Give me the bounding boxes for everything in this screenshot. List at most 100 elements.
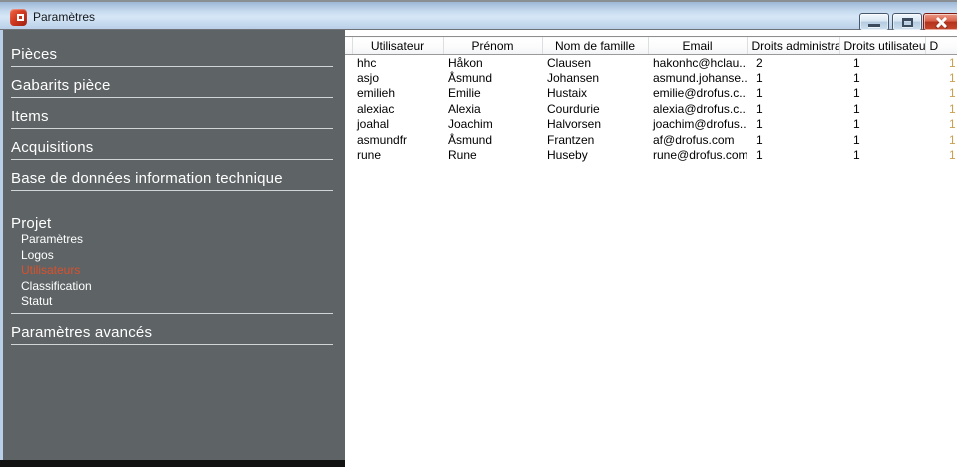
cell: 1 <box>747 132 839 148</box>
sidebar-subitem-utilisateurs[interactable]: Utilisateurs <box>11 263 333 279</box>
sidebar-subitem-statut[interactable]: Statut <box>11 294 333 310</box>
cell: Huseby <box>542 148 648 164</box>
cell: 2 <box>747 55 839 71</box>
sidebar-bottom-strip <box>0 460 345 467</box>
sidebar-item-pi-ces[interactable]: Pièces <box>11 36 333 67</box>
cell: 1 <box>747 117 839 133</box>
row-spacer <box>345 117 352 133</box>
sidebar-item-label: Projet <box>11 215 333 232</box>
sidebar-item-projet[interactable]: ProjetParamètresLogosUtilisateursClassif… <box>11 205 333 314</box>
cell: Rune <box>443 148 542 164</box>
cell: Halvorsen <box>542 117 648 133</box>
minimize-button[interactable] <box>859 13 889 31</box>
column-header-d[interactable]: D <box>925 37 957 55</box>
row-spacer <box>345 101 352 117</box>
cell: Joachim <box>443 117 542 133</box>
sidebar-item-base-de-donn-es-information-technique[interactable]: Base de données information technique <box>11 160 333 191</box>
cell: 1 <box>747 148 839 164</box>
column-header-droits-administrat-[interactable]: Droits administrat... <box>747 37 839 55</box>
sidebar-subitem-param-tres[interactable]: Paramètres <box>11 232 333 248</box>
cell: rune <box>352 148 443 164</box>
sidebar-item-label: Base de données information technique <box>11 170 333 187</box>
cell: asjo <box>352 70 443 86</box>
sidebar-item-label: Pièces <box>11 46 333 63</box>
sidebar-divider <box>11 344 333 345</box>
sidebar-item-param-tres-avanc-s[interactable]: Paramètres avancés <box>11 314 333 345</box>
cell: Åsmund <box>443 70 542 86</box>
sidebar-item-items[interactable]: Items <box>11 98 333 129</box>
cell: 1 <box>925 132 957 148</box>
column-header-nom-de-famille[interactable]: Nom de famille <box>542 37 648 55</box>
cell: Emilie <box>443 86 542 102</box>
table-row-alexiac[interactable]: alexiacAlexiaCourduriealexia@drofus.c...… <box>345 101 957 117</box>
cell: Håkon <box>443 55 542 71</box>
row-spacer <box>345 148 352 164</box>
users-table: UtilisateurPrénomNom de familleEmailDroi… <box>345 36 957 163</box>
table-row-asjo[interactable]: asjoÅsmundJohansenasmund.johanse...111 <box>345 70 957 86</box>
cell: hakonhc@hclau... <box>648 55 747 71</box>
sidebar-item-label: Paramètres avancés <box>11 324 333 341</box>
table-row-joahal[interactable]: joahalJoachimHalvorsenjoachim@drofus...1… <box>345 117 957 133</box>
window-title: Paramètres <box>33 10 95 24</box>
cell: Clausen <box>542 55 648 71</box>
cell: alexia@drofus.c... <box>648 101 747 117</box>
header-spacer <box>345 37 352 55</box>
cell: Alexia <box>443 101 542 117</box>
cell: 1 <box>839 132 925 148</box>
close-button[interactable] <box>923 13 957 31</box>
column-header-droits-utilisateur-f-[interactable]: Droits utilisateur F... <box>839 37 925 55</box>
cell: Frantzen <box>542 132 648 148</box>
sidebar-subitem-logos[interactable]: Logos <box>11 248 333 264</box>
row-spacer <box>345 70 352 86</box>
sidebar: Pièces Gabarits pièce Items Acquisitions Bas… <box>3 30 345 460</box>
row-spacer <box>345 132 352 148</box>
cell: hhc <box>352 55 443 71</box>
cell: 1 <box>839 101 925 117</box>
sidebar-divider <box>11 190 333 191</box>
sidebar-item-label: Items <box>11 108 333 125</box>
drofus-logo-icon <box>10 9 27 26</box>
cell: Johansen <box>542 70 648 86</box>
column-header-utilisateur[interactable]: Utilisateur <box>352 37 443 55</box>
sidebar-item-gabarits-pi-ce[interactable]: Gabarits pièce <box>11 67 333 98</box>
cell: 1 <box>925 117 957 133</box>
column-header-pr-nom[interactable]: Prénom <box>443 37 542 55</box>
cell: asmund.johanse... <box>648 70 747 86</box>
cell: 1 <box>747 86 839 102</box>
sidebar-item-label: Acquisitions <box>11 139 333 156</box>
cell: 1 <box>925 101 957 117</box>
cell: emilie@drofus.c... <box>648 86 747 102</box>
cell: alexiac <box>352 101 443 117</box>
close-icon <box>935 16 947 28</box>
cell: 1 <box>839 148 925 164</box>
cell: joahal <box>352 117 443 133</box>
row-spacer <box>345 86 352 102</box>
cell: 1 <box>839 70 925 86</box>
table-row-emilieh[interactable]: emiliehEmilieHustaixemilie@drofus.c...11… <box>345 86 957 102</box>
cell: 1 <box>925 86 957 102</box>
column-header-email[interactable]: Email <box>648 37 747 55</box>
cell: 1 <box>925 70 957 86</box>
sidebar-item-label: Gabarits pièce <box>11 77 333 94</box>
table-row-hhc[interactable]: hhcHåkonClausenhakonhc@hclau...211 <box>345 55 957 71</box>
table-row-rune[interactable]: runeRuneHusebyrune@drofus.com111 <box>345 148 957 164</box>
sidebar-subitem-classification[interactable]: Classification <box>11 279 333 295</box>
cell: 1 <box>925 148 957 164</box>
users-panel: UtilisateurPrénomNom de familleEmailDroi… <box>345 30 957 467</box>
maximize-button[interactable] <box>892 13 922 31</box>
cell: Hustaix <box>542 86 648 102</box>
cell: 1 <box>747 101 839 117</box>
parametres-window: Paramètres Pièces Gabarits pièce Items Acqu… <box>0 0 957 467</box>
sidebar-item-acquisitions[interactable]: Acquisitions <box>11 129 333 160</box>
cell: emilieh <box>352 86 443 102</box>
table-header-row: UtilisateurPrénomNom de familleEmailDroi… <box>345 37 957 55</box>
row-spacer <box>345 55 352 71</box>
cell: af@drofus.com <box>648 132 747 148</box>
maximize-icon <box>902 18 913 27</box>
cell: 1 <box>839 117 925 133</box>
titlebar[interactable]: Paramètres <box>0 0 957 30</box>
cell: Åsmund <box>443 132 542 148</box>
table-row-asmundfr[interactable]: asmundfrÅsmundFrantzenaf@drofus.com111 <box>345 132 957 148</box>
minimize-icon <box>868 24 880 27</box>
cell: 1 <box>839 86 925 102</box>
